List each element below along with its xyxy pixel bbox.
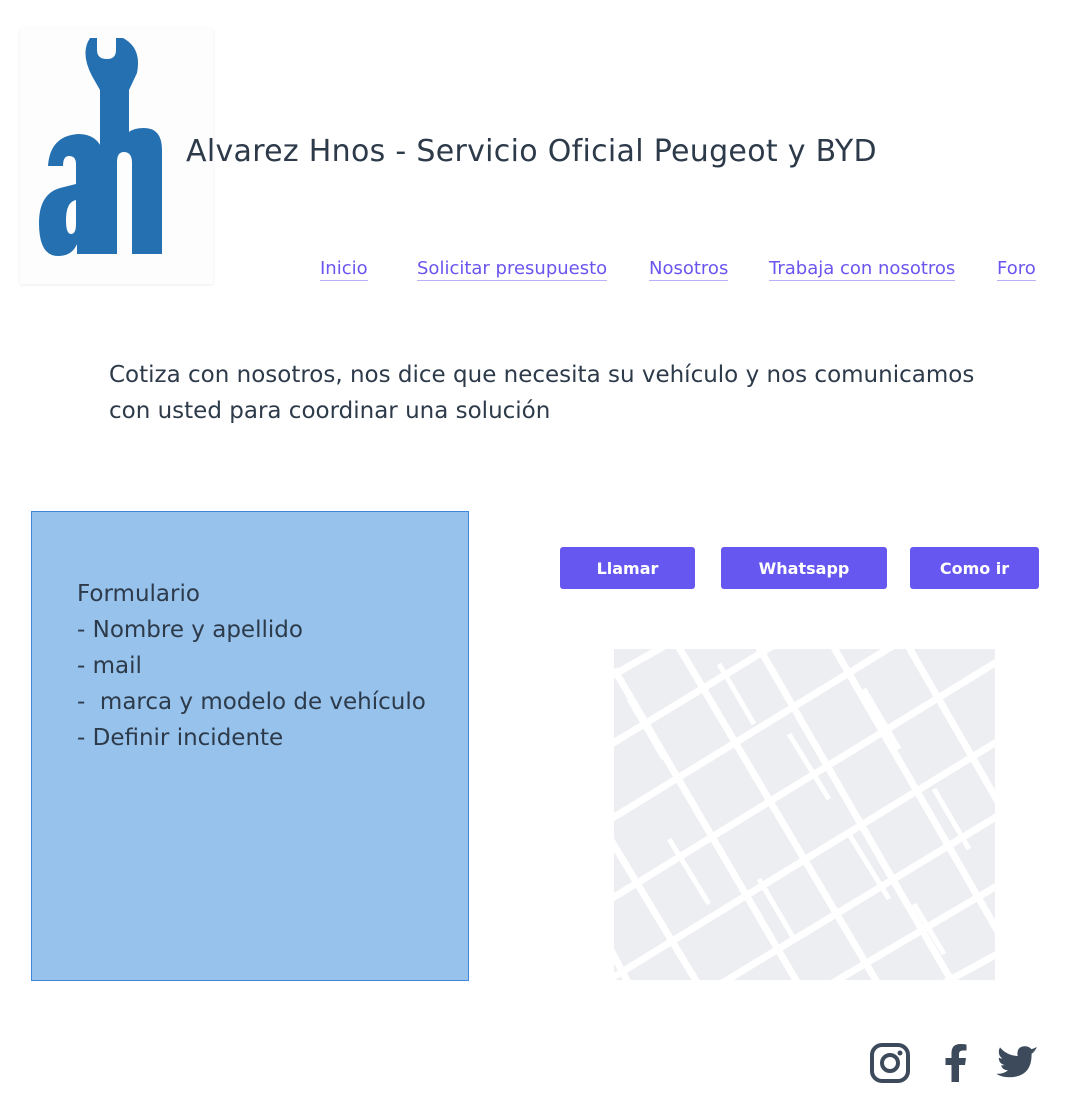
- form-description: Formulario - Nombre y apellido - mail - …: [77, 576, 426, 756]
- ah-wrench-logo-icon: [39, 38, 162, 256]
- whatsapp-button[interactable]: Whatsapp: [721, 547, 887, 589]
- form-line-name: - Nombre y apellido: [77, 617, 303, 643]
- nav-link-foro[interactable]: Foro: [997, 258, 1036, 281]
- call-button[interactable]: Llamar: [560, 547, 695, 589]
- nav-link-trabaja-con-nosotros[interactable]: Trabaja con nosotros: [769, 258, 956, 281]
- site-title: Alvarez Hnos - Servicio Oficial Peugeot …: [186, 134, 877, 169]
- map-placeholder-icon: [614, 649, 995, 980]
- form-placeholder: Formulario - Nombre y apellido - mail - …: [31, 511, 469, 981]
- twitter-icon[interactable]: [996, 1042, 1039, 1084]
- nav-link-inicio[interactable]: Inicio: [320, 258, 368, 281]
- form-line-vehicle: - marca y modelo de vehículo: [77, 689, 426, 715]
- map[interactable]: [614, 649, 995, 980]
- facebook-icon[interactable]: [935, 1042, 977, 1084]
- nav-link-nosotros[interactable]: Nosotros: [649, 258, 729, 281]
- instagram-icon[interactable]: [869, 1042, 911, 1084]
- form-line-incident: - Definir incidente: [77, 725, 284, 751]
- logo[interactable]: [20, 28, 213, 284]
- directions-button[interactable]: Como ir: [910, 547, 1039, 589]
- nav-link-solicitar-presupuesto[interactable]: Solicitar presupuesto: [417, 258, 608, 281]
- form-line-title: Formulario: [77, 581, 200, 607]
- intro-text: Cotiza con nosotros, nos dice que necesi…: [109, 362, 975, 424]
- form-line-mail: - mail: [77, 653, 142, 679]
